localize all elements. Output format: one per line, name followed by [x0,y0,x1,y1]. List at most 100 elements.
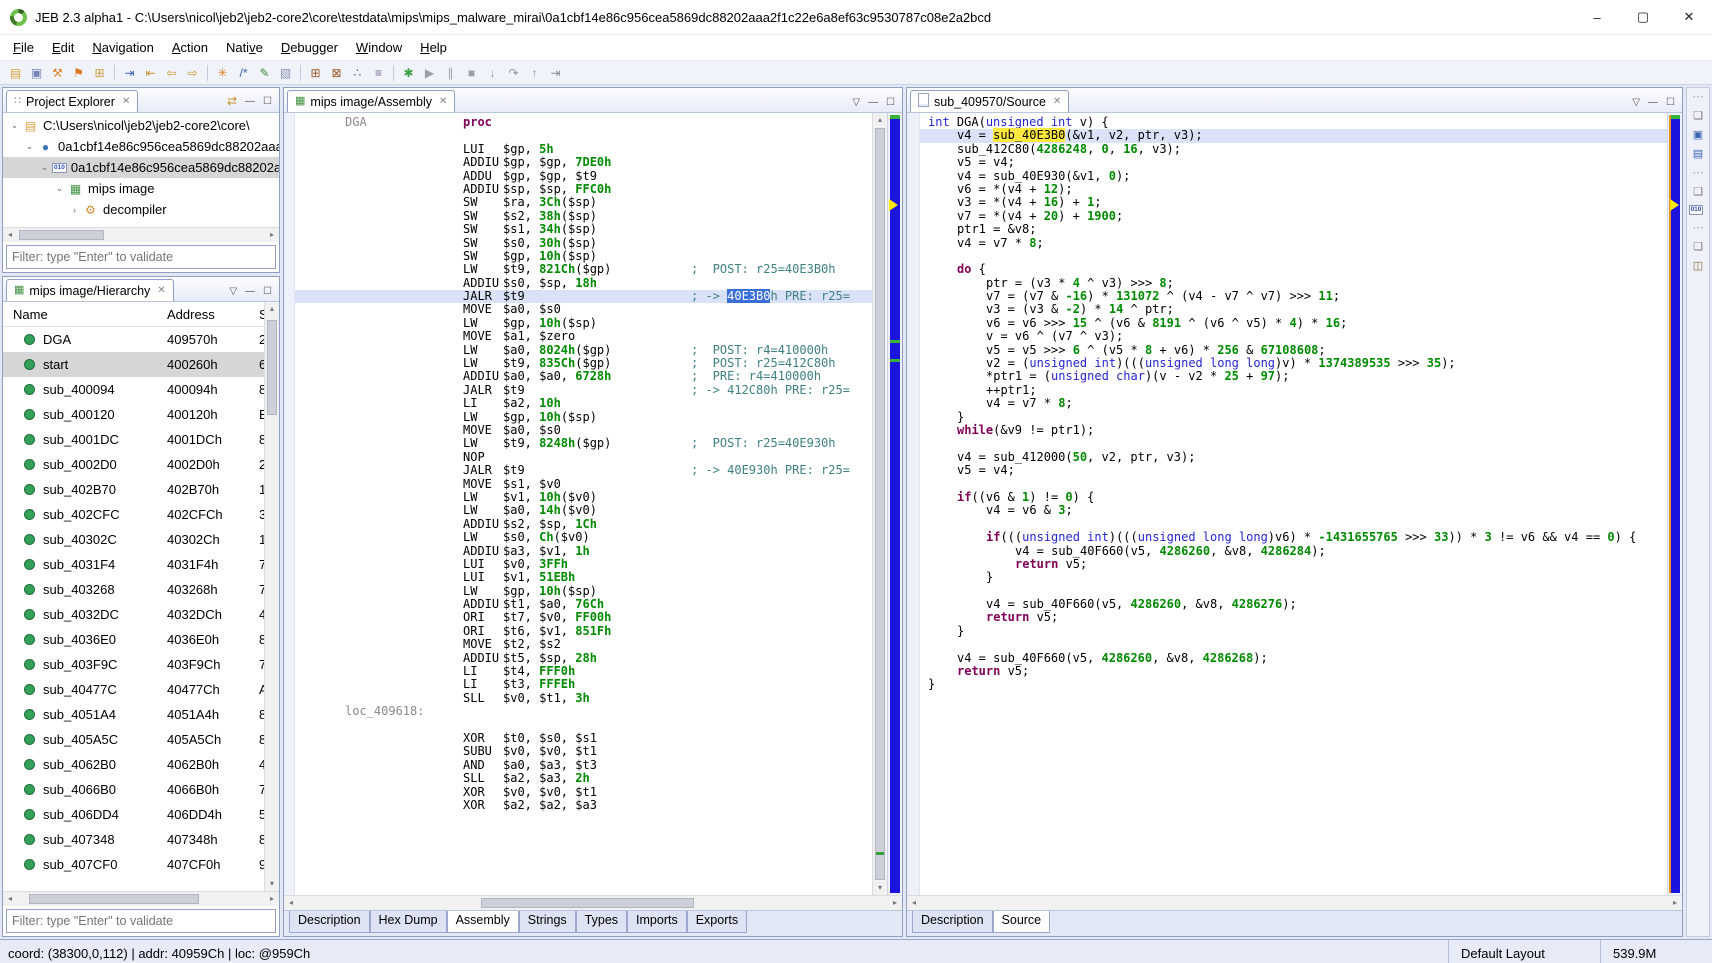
source-line[interactable]: v4 = sub_40F660(v5, 4286260, &v8, 428628… [920,545,1667,558]
source-line[interactable]: while(&v9 != ptr1); [920,424,1667,437]
source-line[interactable] [920,638,1667,651]
source-line[interactable]: } [920,678,1667,691]
asm-line[interactable]: loc_409618: [295,705,872,718]
assembly-tab-imports[interactable]: Imports [627,911,687,933]
source-line[interactable]: *ptr1 = (unsigned char)(v - v2 * 25 + 97… [920,370,1667,383]
source-line[interactable] [920,437,1667,450]
hex-view-icon[interactable]: ⊞ [305,63,326,83]
asm-line[interactable]: LW$t9, 821Ch($gp); POST: r25=40E3B0h [295,263,872,276]
back-icon[interactable]: ⇦ [161,63,182,83]
asm-line[interactable]: LW$t9, 8248h($gp); POST: r25=40E930h [295,437,872,450]
asm-line[interactable]: ADDIU$s0, $sp, 18h [295,277,872,290]
scroll-right-icon[interactable]: ▸ [888,896,902,910]
asm-line[interactable]: ORI$t7, $v0, FF00h [295,611,872,624]
asm-line[interactable]: LW$v1, 10h($v0) [295,491,872,504]
asm-line[interactable]: MOVE$s1, $v0 [295,478,872,491]
menu-navigation[interactable]: Navigation [83,37,162,58]
table-row[interactable]: sub_406DD4406DD4h5 [3,802,264,827]
table-row[interactable]: sub_400094400094h8 [3,377,264,402]
asm-line[interactable]: LI$a2, 10h [295,397,872,410]
asm-line[interactable]: LW$gp, 10h($sp) [295,411,872,424]
hierarchy-filter-input[interactable] [6,909,276,933]
scroll-right-icon[interactable]: ▸ [1668,896,1682,910]
table-row[interactable]: start400260h6 [3,352,264,377]
source-line[interactable]: v4 = sub_40E930(&v1, 0); [920,170,1667,183]
column-header[interactable]: Name [3,307,161,322]
xrefs-icon[interactable]: ✳ [212,63,233,83]
step-into-icon[interactable]: ↓ [482,63,503,83]
asm-line[interactable]: LI$t4, FFF0h [295,665,872,678]
tree-item[interactable]: ›⚙decompiler [3,199,279,220]
table-row[interactable]: sub_40477C40477ChA [3,677,264,702]
debug-start-icon[interactable]: ✱ [398,63,419,83]
source-line[interactable]: v7 = (v7 & -16) * 131072 ^ (v4 - v7 ^ v7… [920,290,1667,303]
source-line[interactable]: v4 = v6 & 3; [920,504,1667,517]
source-line[interactable]: v5 = v5 >>> 6 ^ (v5 * 8 + v6) * 256 & 67… [920,344,1667,357]
asm-line[interactable]: LI$t3, FFFEh [295,678,872,691]
horizontal-scrollbar[interactable]: ◂ ▸ [3,891,279,906]
asm-line[interactable]: ADDIU$a3, $v1, 1h [295,545,872,558]
minimize-view-icon[interactable]: — [245,286,255,297]
source-line[interactable]: return v5; [920,665,1667,678]
asm-line[interactable]: LUI$gp, 5h [295,143,872,156]
menu-edit[interactable]: Edit [43,37,83,58]
asm-line[interactable]: MOVE$t2, $s2 [295,638,872,651]
asm-line[interactable]: JALR$t9; -> 40E930h PRE: r25= [295,464,872,477]
source-line[interactable]: v6 = *(v4 + 12); [920,183,1667,196]
goto-list-icon[interactable]: ⇤ [140,63,161,83]
asm-line[interactable]: LW$a0, 8024h($gp); POST: r4=410000h [295,344,872,357]
column-header[interactable]: Address [161,307,253,322]
asm-line[interactable]: LW$a0, 14h($v0) [295,504,872,517]
asm-line[interactable]: ADDIU$t1, $a0, 76Ch [295,598,872,611]
vertical-scrollbar[interactable]: ▴ ▾ [264,302,279,891]
save-icon[interactable]: ▣ [26,63,47,83]
asm-line[interactable]: XOR$a2, $a2, $a3 [295,799,872,812]
script-icon[interactable]: ▧ [275,63,296,83]
source-line[interactable]: if((v6 & 1) != 0) { [920,491,1667,504]
chevron-down-icon[interactable]: ⌄ [7,120,22,131]
table-row[interactable]: sub_4031F44031F4h7 [3,552,264,577]
asm-line[interactable]: ADDIU$s2, $sp, 1Ch [295,518,872,531]
source-line[interactable]: } [920,625,1667,638]
scroll-right-icon[interactable]: ▸ [265,892,279,906]
open-file-icon[interactable]: ▤ [5,63,26,83]
drag-handle[interactable]: ⋯ [1693,167,1704,179]
minimize-view-icon[interactable]: — [245,96,255,107]
table-row[interactable]: DGA409570h2 [3,327,264,352]
asm-line[interactable]: LUI$v1, 51EBh [295,571,872,584]
asm-line[interactable]: MOVE$a0, $s0 [295,424,872,437]
asm-line[interactable]: DGAproc [295,116,872,129]
new-view-icon[interactable]: ⊞ [89,63,110,83]
table-row[interactable]: sub_407CF0407CF0h9 [3,852,264,877]
menu-action[interactable]: Action [163,37,217,58]
assembly-tab-hex-dump[interactable]: Hex Dump [370,911,447,933]
table-row[interactable]: sub_4051A44051A4h8 [3,702,264,727]
interactive-icon[interactable]: ∴ [347,63,368,83]
goto-address-icon[interactable]: ⇥ [119,63,140,83]
layout-view-icon[interactable]: ◫ [1693,260,1703,272]
asm-line[interactable]: LW$gp, 10h($sp) [295,585,872,598]
table-row[interactable]: sub_4002D04002D0h2 [3,452,264,477]
source-line[interactable]: ptr1 = &v8; [920,223,1667,236]
source-tab-source[interactable]: Source [993,911,1051,933]
tab-project-explorer[interactable]: ∷ Project Explorer ✕ [6,90,138,112]
tab-assembly[interactable]: ▦ mips image/Assembly ✕ [287,90,455,112]
maximize-view-icon[interactable]: ☐ [263,96,272,107]
horizontal-scrollbar[interactable]: ◂ ▸ [907,895,1682,910]
table-row[interactable]: sub_40302C40302Ch1 [3,527,264,552]
source-line[interactable]: v4 = sub_412000(50, v2, ptr, v3); [920,451,1667,464]
table-row[interactable]: sub_4066B04066B0h7 [3,777,264,802]
close-button[interactable]: ✕ [1666,0,1712,34]
source-line[interactable]: v3 = (v3 & -2) * 14 ^ ptr; [920,303,1667,316]
asm-line[interactable]: SW$gp, 10h($sp) [295,250,872,263]
step-out-icon[interactable]: ↑ [524,63,545,83]
chevron-down-icon[interactable]: ⌄ [22,141,37,152]
source-line[interactable]: if(((unsigned int)(((unsigned long long)… [920,531,1667,544]
stop-icon[interactable]: ■ [461,63,482,83]
table-row[interactable]: sub_402B70402B70h1 [3,477,264,502]
source-line[interactable]: v5 = v4; [920,464,1667,477]
table-row[interactable]: sub_402CFC402CFCh3 [3,502,264,527]
maximize-button[interactable]: ▢ [1620,0,1666,34]
asm-line[interactable] [295,719,872,732]
view-menu-icon[interactable]: ▽ [852,97,860,108]
